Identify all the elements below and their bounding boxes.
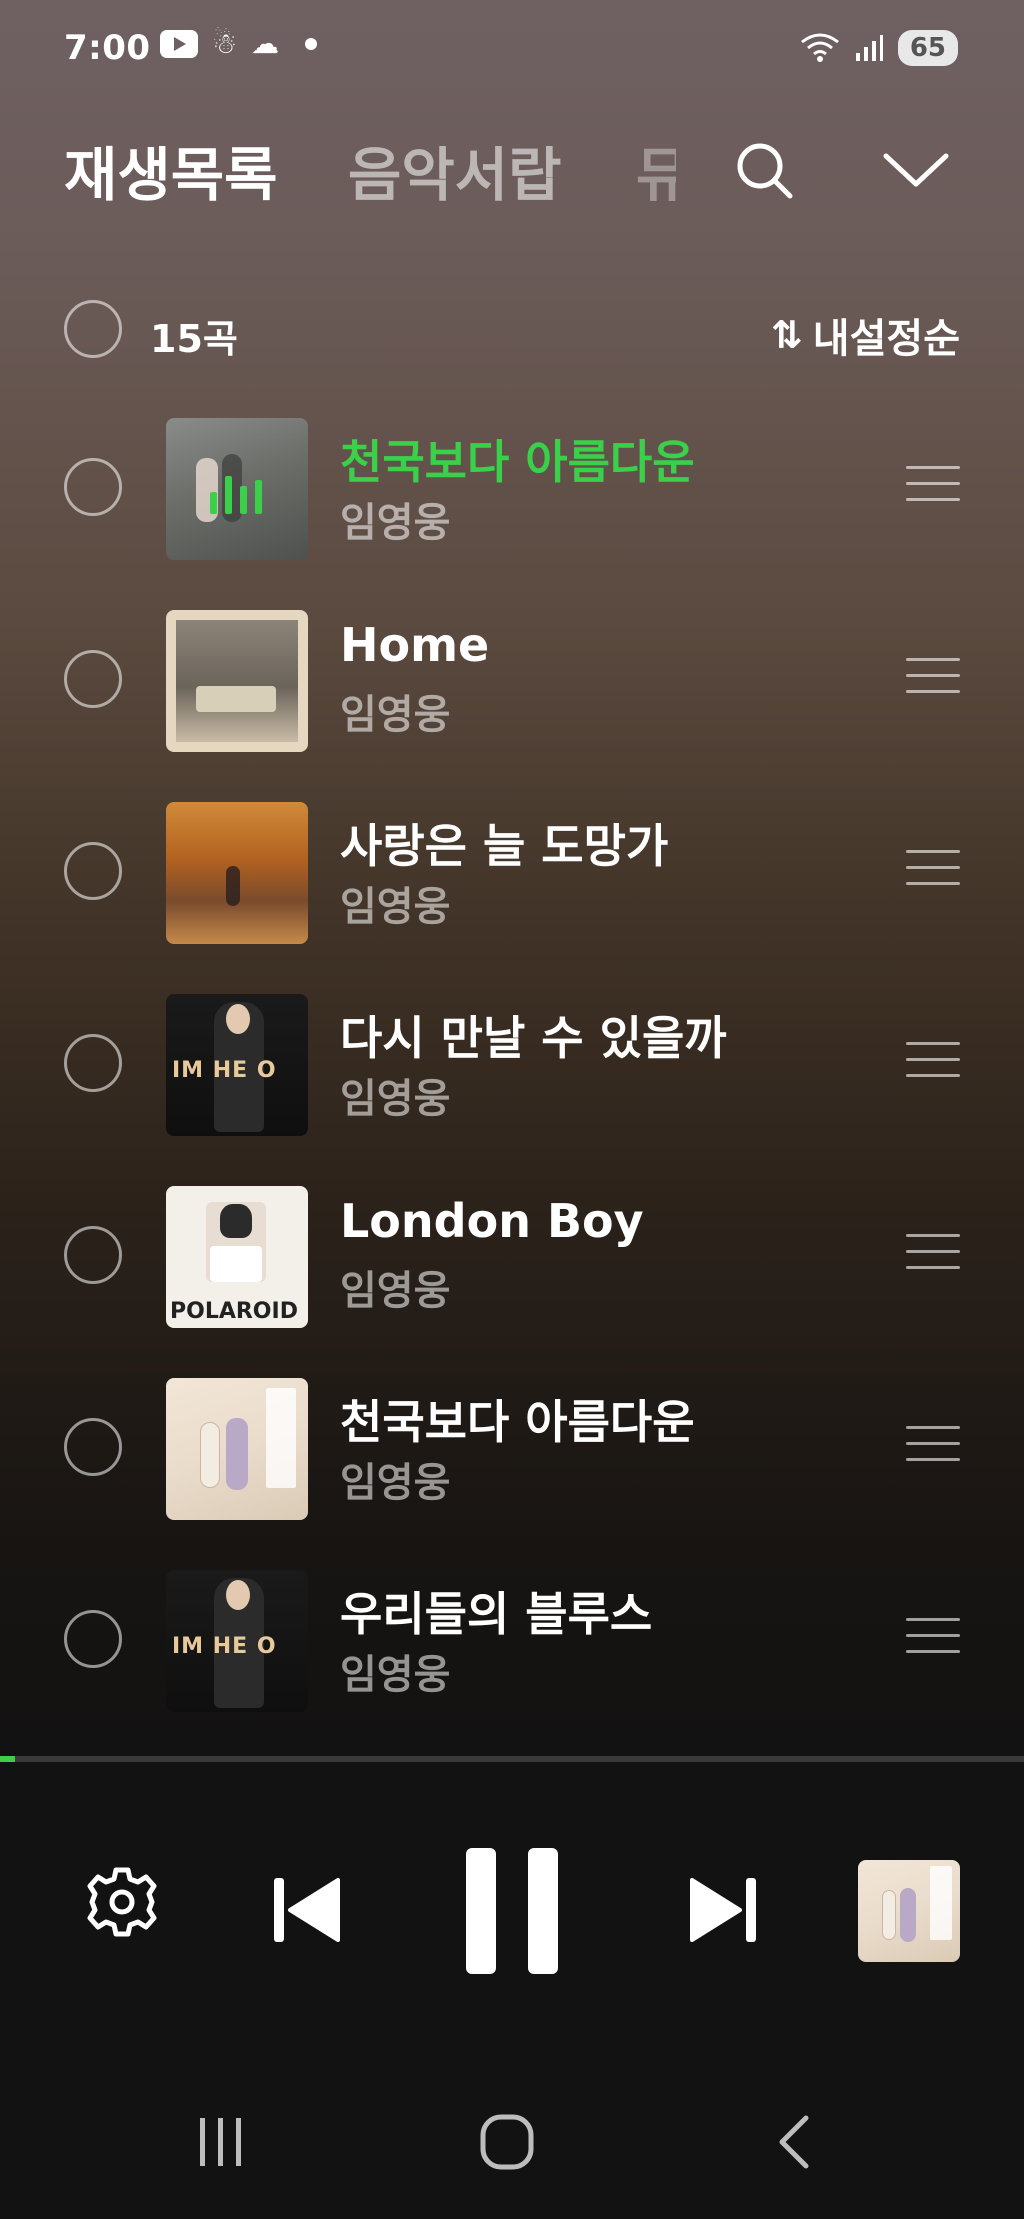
pause-button[interactable]	[462, 1846, 562, 1976]
song-checkbox[interactable]	[64, 842, 122, 900]
drag-handle-icon[interactable]	[906, 1618, 960, 1658]
song-artist: 임영웅	[340, 1460, 451, 1506]
song-row[interactable]: IM HE O 우리들의 블루스 임영웅	[0, 1564, 1024, 1714]
song-title: 우리들의 블루스	[340, 1587, 653, 1641]
song-title: London Boy	[340, 1194, 644, 1248]
album-art	[166, 610, 308, 752]
collapse-button[interactable]	[876, 130, 956, 210]
album-art-text: POLAROID	[170, 1299, 298, 1324]
sort-icon: ⇅	[770, 313, 803, 357]
song-artist: 임영웅	[340, 1076, 451, 1122]
song-artist: 임영웅	[340, 692, 451, 738]
tab-music-partial[interactable]: 뮤	[636, 128, 676, 212]
song-checkbox[interactable]	[64, 1226, 122, 1284]
song-artist: 임영웅	[340, 884, 451, 930]
song-checkbox[interactable]	[64, 1034, 122, 1092]
recent-apps-icon	[200, 2118, 241, 2166]
playlist-header: 재생목록 음악서랍 뮤	[0, 120, 1024, 220]
drag-handle-icon[interactable]	[906, 850, 960, 890]
song-row[interactable]: POLAROID London Boy 임영웅	[0, 1180, 1024, 1330]
next-button[interactable]	[684, 1870, 764, 1950]
song-checkbox[interactable]	[64, 1418, 122, 1476]
skip-next-icon	[690, 1878, 756, 1942]
drag-handle-icon[interactable]	[906, 1042, 960, 1082]
song-row[interactable]: 천국보다 아름다운 임영웅	[0, 412, 1024, 562]
album-art	[166, 418, 308, 560]
cloud-icon: ☁	[251, 27, 280, 60]
song-row[interactable]: 사랑은 늘 도망가 임영웅	[0, 796, 1024, 946]
song-row[interactable]: 천국보다 아름다운 임영웅	[0, 1372, 1024, 1522]
album-art	[166, 802, 308, 944]
album-art-text: IM HE O	[172, 1058, 277, 1083]
song-checkbox[interactable]	[64, 1610, 122, 1668]
album-art: IM HE O	[166, 1570, 308, 1712]
sort-label: 내설정순	[812, 316, 960, 362]
status-bar: 7:00 ☃ ☁ 65	[0, 0, 1024, 100]
previous-button[interactable]	[266, 1870, 346, 1950]
battery-indicator: 65	[897, 30, 958, 66]
back-icon	[779, 2115, 809, 2169]
song-artist: 임영웅	[340, 1652, 451, 1698]
system-navigation-bar	[0, 2062, 1024, 2219]
album-art: IM HE O	[166, 994, 308, 1136]
drag-handle-icon[interactable]	[906, 466, 960, 506]
search-icon	[737, 143, 793, 199]
skip-previous-icon	[274, 1878, 340, 1942]
list-toolbar: 15곡 ⇅ 내설정순	[0, 290, 1024, 370]
home-icon	[480, 2114, 534, 2170]
drag-handle-icon[interactable]	[906, 658, 960, 698]
chevron-down-icon	[883, 153, 949, 187]
album-art	[166, 1378, 308, 1520]
album-art: POLAROID	[166, 1186, 308, 1328]
song-row[interactable]: IM HE O 다시 만날 수 있을까 임영웅	[0, 988, 1024, 1138]
status-notification-icons: ☃ ☁	[160, 27, 318, 60]
search-button[interactable]	[724, 130, 804, 210]
back-button[interactable]	[760, 2112, 830, 2172]
app-notification-icon: ☃	[212, 27, 238, 60]
more-notifications-dot-icon	[305, 38, 318, 50]
song-artist: 임영웅	[340, 500, 451, 546]
youtube-icon	[160, 30, 198, 58]
song-checkbox[interactable]	[64, 458, 122, 516]
pause-icon	[466, 1848, 558, 1974]
song-title: 천국보다 아름다운	[340, 435, 695, 489]
tab-music-drawer[interactable]: 음악서랍	[348, 128, 561, 212]
tab-playlist[interactable]: 재생목록	[64, 128, 277, 212]
song-artist: 임영웅	[340, 1268, 451, 1314]
song-checkbox[interactable]	[64, 650, 122, 708]
wifi-icon	[800, 33, 839, 62]
status-system-icons: 65	[800, 30, 958, 66]
song-row[interactable]: Home 임영웅	[0, 604, 1024, 754]
home-button[interactable]	[472, 2112, 542, 2172]
now-playing-album-art[interactable]	[858, 1860, 960, 1962]
now-playing-equalizer-icon	[210, 474, 262, 514]
select-all-checkbox[interactable]	[64, 300, 122, 358]
player-controls	[0, 1762, 1024, 2062]
song-title: 천국보다 아름다운	[340, 1395, 695, 1449]
song-count: 15곡	[150, 317, 238, 361]
drag-handle-icon[interactable]	[906, 1426, 960, 1466]
song-title: 다시 만날 수 있을까	[340, 1011, 727, 1065]
song-title: Home	[340, 618, 490, 672]
drag-handle-icon[interactable]	[906, 1234, 960, 1274]
song-title: 사랑은 늘 도망가	[340, 819, 669, 873]
signal-icon	[855, 35, 883, 61]
album-art-text: IM HE O	[172, 1634, 277, 1659]
recent-apps-button[interactable]	[186, 2112, 256, 2172]
settings-button[interactable]	[82, 1862, 162, 1942]
status-time: 7:00	[64, 28, 151, 68]
gear-icon	[87, 1867, 157, 1937]
sort-button[interactable]: ⇅ 내설정순	[771, 306, 960, 364]
